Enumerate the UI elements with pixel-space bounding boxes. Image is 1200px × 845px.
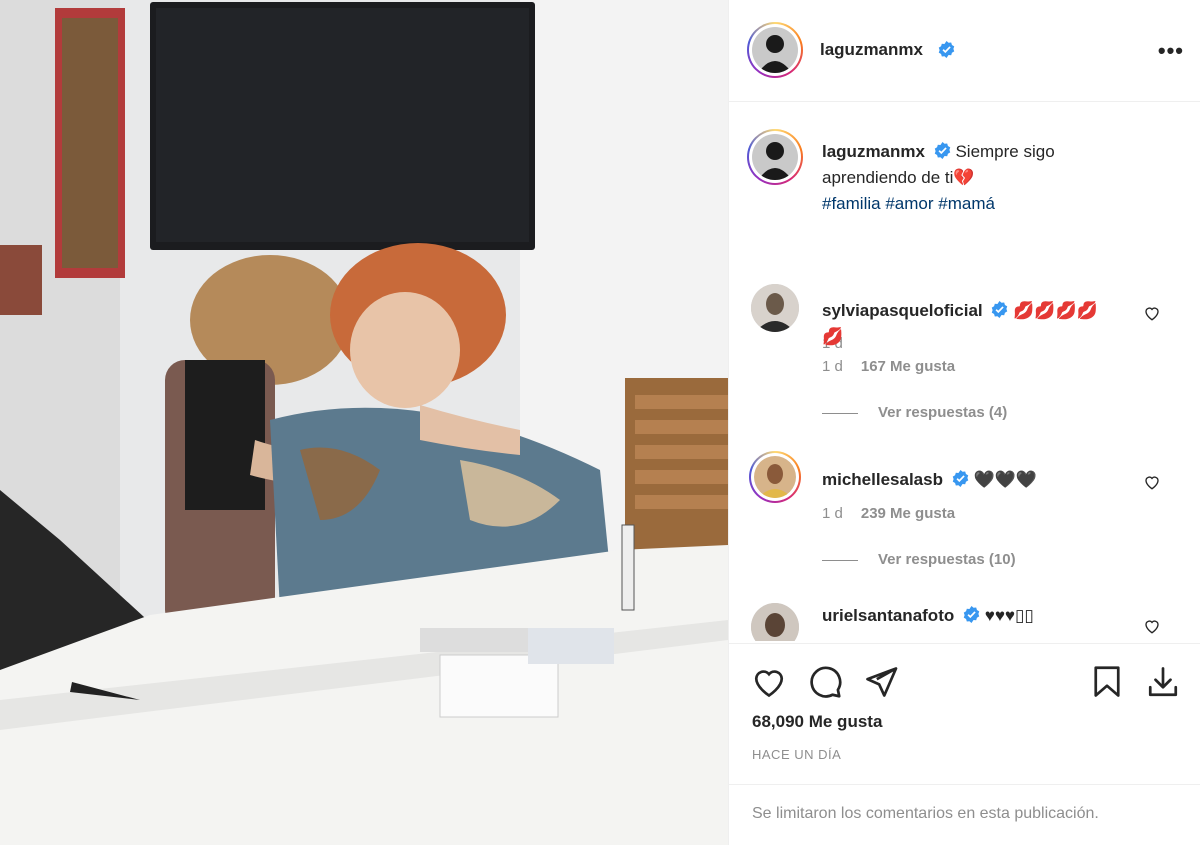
hashtag-amor[interactable]: #amor (885, 194, 933, 213)
comment-meta: 1 d 239 Me gusta (822, 505, 955, 522)
verified-badge-icon (938, 41, 955, 58)
download-icon[interactable] (1145, 664, 1181, 700)
comment-likes[interactable]: 239 Me gusta (861, 505, 955, 522)
comment-time[interactable]: 1 d (822, 505, 843, 522)
verified-badge-icon (963, 606, 980, 623)
comment-body: urielsantanafoto ♥♥♥▯▯ (822, 603, 1122, 629)
post-image (0, 0, 728, 845)
heart-icon[interactable] (1143, 617, 1161, 635)
replies-divider (822, 412, 858, 414)
post-actions: 68,090 Me gusta HACE UN DÍA Se limitaron… (729, 643, 1200, 845)
likes-count[interactable]: 68,090 Me gusta (752, 712, 882, 732)
comments-limited-notice: Se limitaron los comentarios en esta pub… (729, 784, 1200, 845)
view-replies-label: Ver respuestas (4) (878, 404, 1008, 421)
post-photo[interactable] (0, 0, 728, 845)
replies-divider (822, 559, 858, 561)
comment-body: michellesalasb 🖤🖤🖤 (822, 467, 1122, 493)
commenter-avatar[interactable] (751, 603, 799, 641)
view-replies-label: Ver respuestas (10) (878, 551, 1016, 568)
verified-badge-icon (934, 142, 950, 159)
caption-username[interactable]: laguzmanmx (822, 142, 925, 161)
caption-author-avatar[interactable] (747, 129, 803, 185)
post-side-panel: laguzmanmx ••• laguzmanmx Siempre sigo a… (728, 0, 1200, 845)
comment-meta: 1 d 167 Me gusta (822, 358, 955, 375)
hashtag-familia[interactable]: #familia (822, 194, 881, 213)
heart-icon[interactable] (751, 664, 787, 700)
comment-icon[interactable] (807, 664, 843, 700)
commenter-avatar[interactable] (749, 451, 801, 503)
hashtag-mama[interactable]: #mamá (938, 194, 995, 213)
post-date[interactable]: HACE UN DÍA (752, 747, 841, 762)
caption-text: laguzmanmx Siempre sigo aprendiendo de t… (822, 139, 1112, 217)
author-username[interactable]: laguzmanmx (820, 40, 923, 60)
share-icon[interactable] (863, 664, 899, 700)
view-replies-button[interactable]: Ver respuestas (4) (822, 404, 1007, 421)
comment-body: sylviapasqueloficial 💋💋💋💋 💋 (822, 298, 1122, 350)
heart-icon[interactable] (1143, 304, 1161, 322)
commenter-username[interactable]: sylviapasqueloficial (822, 301, 983, 320)
post-header: laguzmanmx ••• (729, 0, 1200, 102)
comment-time[interactable]: 1 d (822, 358, 843, 375)
verified-badge-icon (952, 470, 968, 487)
comments-section[interactable]: laguzmanmx Siempre sigo aprendiendo de t… (729, 103, 1200, 641)
comment-text: ♥♥♥▯▯ (984, 606, 1034, 625)
comment-text: 🖤🖤🖤 (973, 470, 1037, 489)
more-options-icon[interactable]: ••• (1158, 38, 1184, 64)
heart-icon[interactable] (1143, 473, 1161, 491)
commenter-username[interactable]: urielsantanafoto (822, 606, 954, 625)
view-replies-button[interactable]: Ver respuestas (10) (822, 551, 1016, 568)
commenter-avatar[interactable] (751, 284, 799, 332)
bookmark-icon[interactable] (1089, 664, 1125, 700)
author-avatar[interactable] (747, 22, 803, 78)
verified-badge-icon (992, 301, 1008, 318)
comment-likes[interactable]: 167 Me gusta (861, 358, 955, 375)
commenter-username[interactable]: michellesalasb (822, 470, 943, 489)
